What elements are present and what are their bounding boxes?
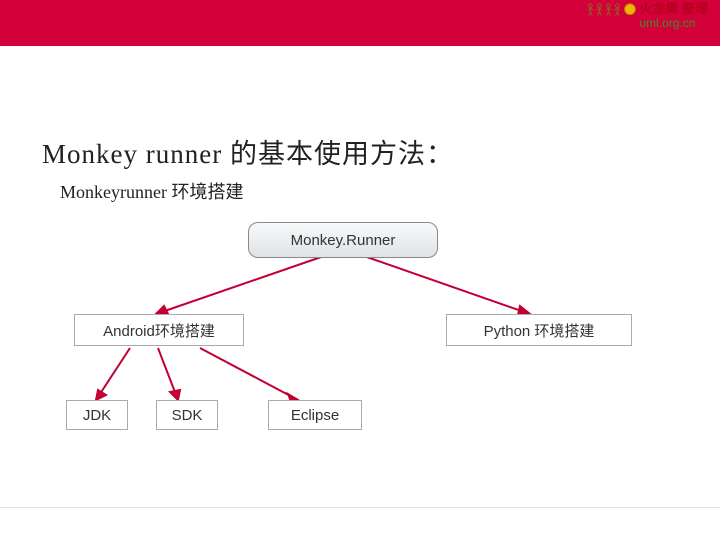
node-python: Python 环境搭建 xyxy=(446,314,632,346)
node-android: Android环境搭建 xyxy=(74,314,244,346)
footer-divider xyxy=(0,507,720,508)
node-sdk: SDK xyxy=(156,400,218,430)
tree-diagram: Monkey.Runner Android环境搭建 Python 环境搭建 JD… xyxy=(0,0,720,540)
connector-lines xyxy=(0,0,720,540)
node-jdk: JDK xyxy=(66,400,128,430)
node-eclipse: Eclipse xyxy=(268,400,362,430)
node-root: Monkey.Runner xyxy=(248,222,438,258)
